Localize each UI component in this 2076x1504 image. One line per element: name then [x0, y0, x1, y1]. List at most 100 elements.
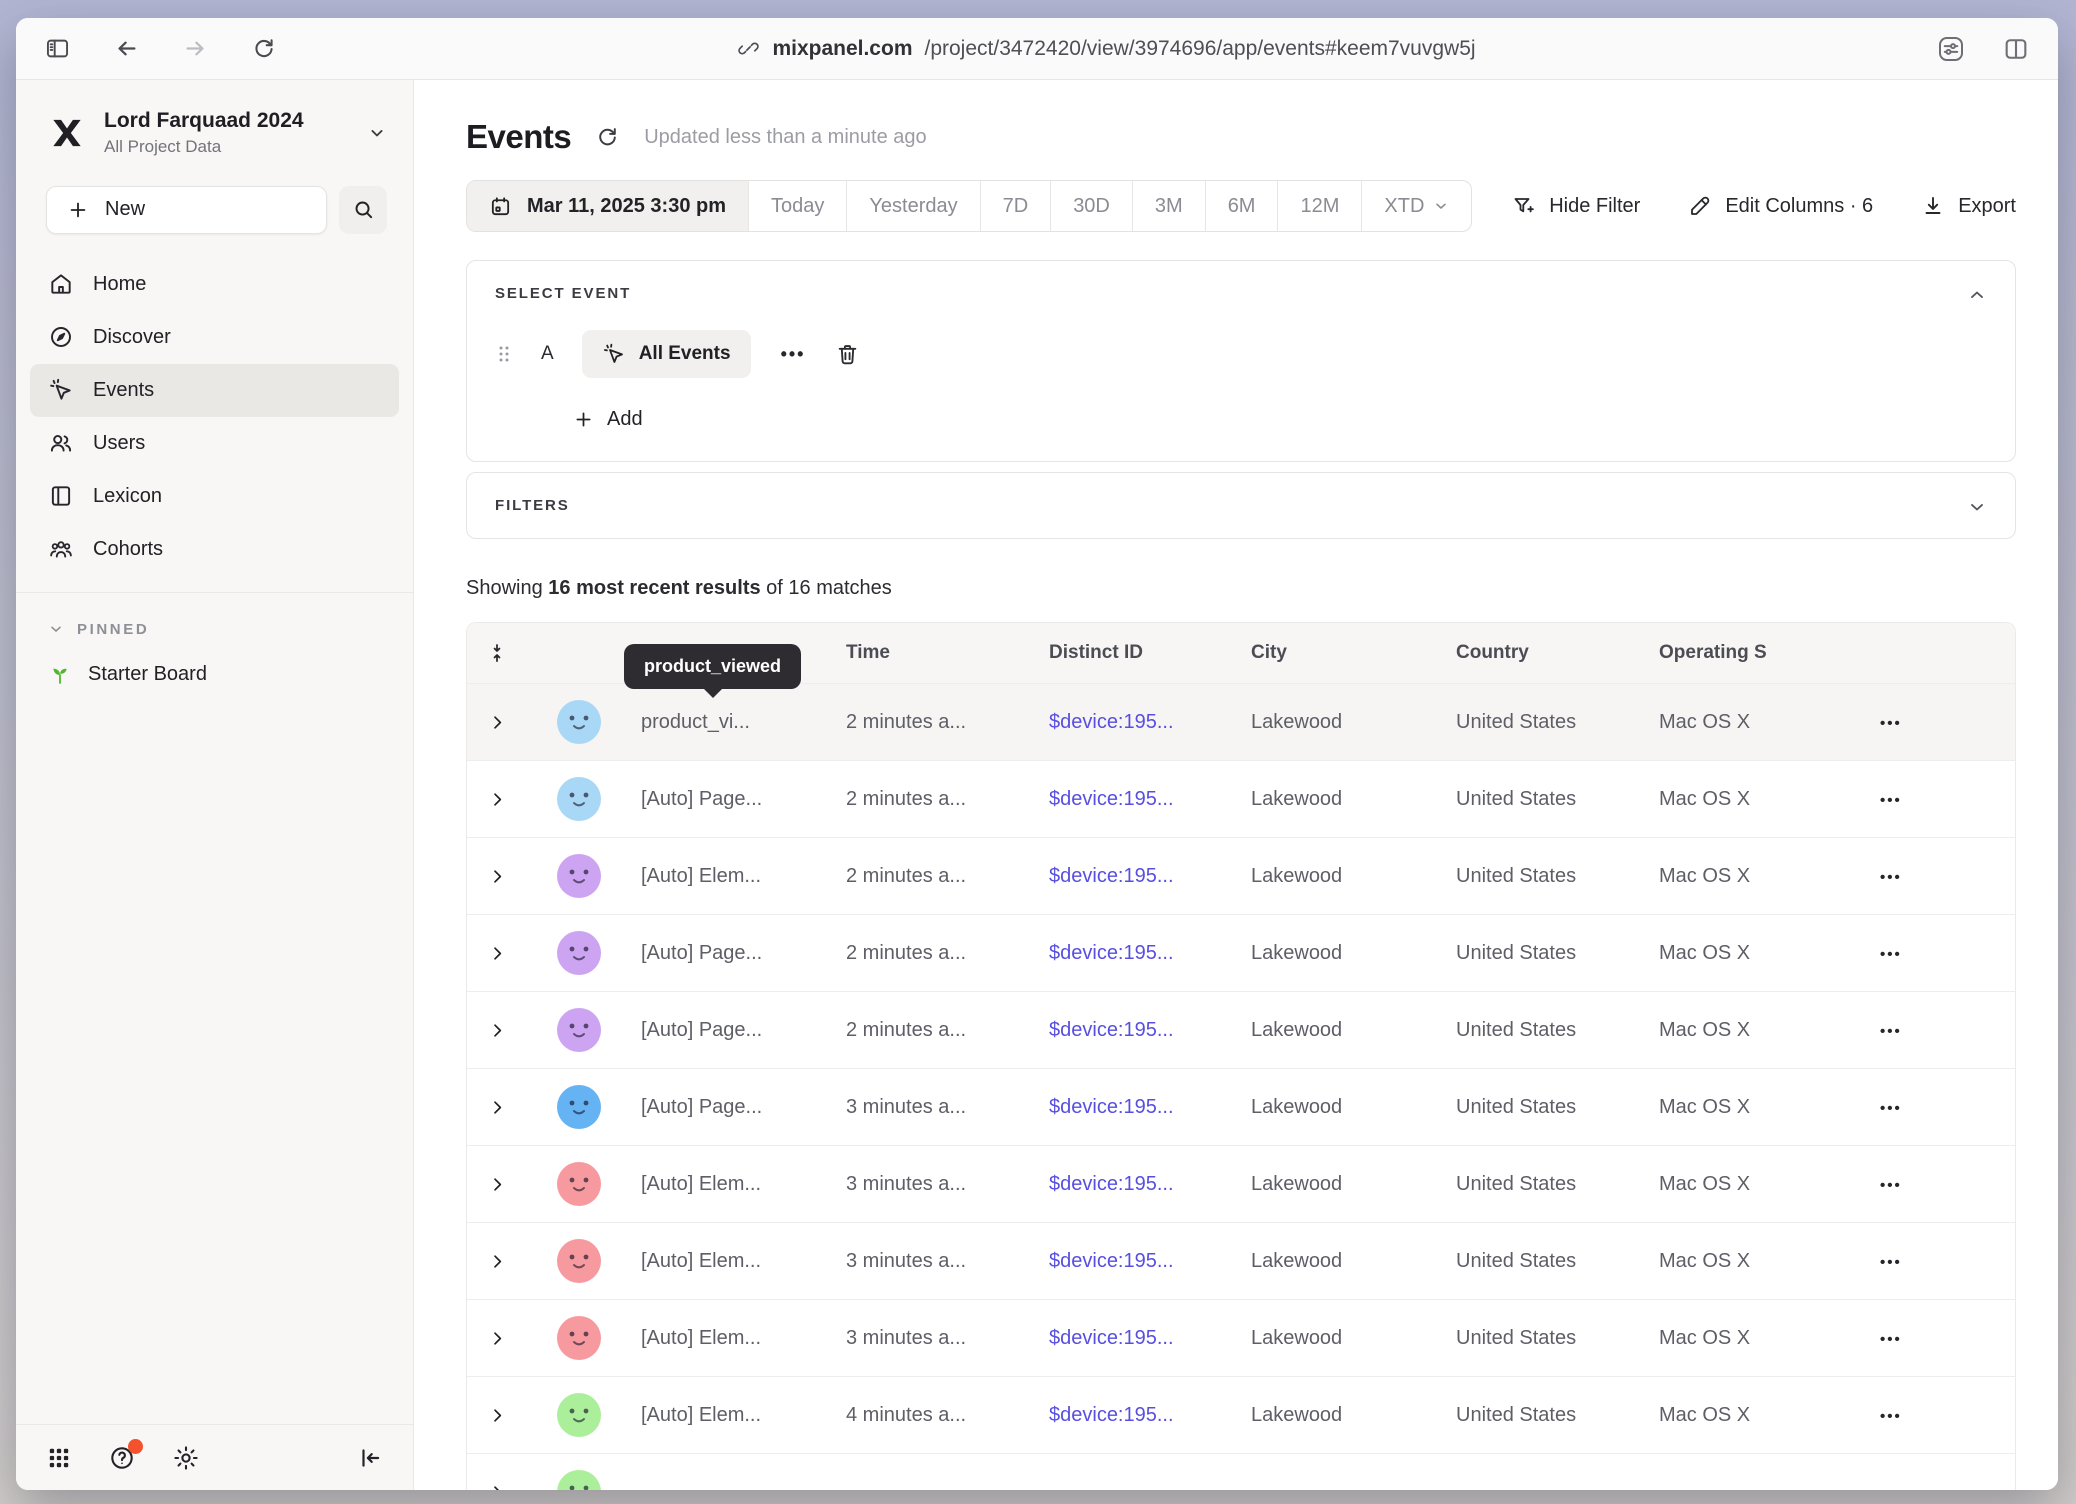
row-expand-chevron-icon[interactable]	[467, 791, 537, 808]
table-row[interactable]: [Auto] Page... 2 minutes a... $device:19…	[467, 914, 2015, 991]
table-row[interactable]: [Auto] Page... 3 minutes a... $device:19…	[467, 1068, 2015, 1145]
apps-grid-icon[interactable]	[46, 1445, 72, 1471]
refresh-icon[interactable]	[595, 125, 620, 150]
split-view-icon[interactable]	[2002, 35, 2030, 63]
row-expand-chevron-icon[interactable]	[467, 1253, 537, 1270]
row-expand-chevron-icon[interactable]	[467, 945, 537, 962]
sidebar-item-starter-board[interactable]: Starter Board	[16, 650, 413, 700]
distinct-id-link[interactable]: $device:195...	[1049, 1096, 1251, 1119]
table-row[interactable]: [Auto] Page... 2 minutes a... $device:19…	[467, 760, 2015, 837]
column-header-country[interactable]: Country	[1456, 642, 1659, 664]
address-bar[interactable]: mixpanel.com/project/3472420/view/397469…	[277, 37, 1936, 61]
row-more-button[interactable]: •••	[1880, 1023, 1902, 1040]
row-more-button[interactable]: •••	[1880, 946, 1902, 963]
date-picker[interactable]: Mar 11, 2025 3:30 pm	[467, 181, 748, 231]
distinct-id-link[interactable]: $device:195...	[1049, 942, 1251, 965]
sidebar-item-cohorts[interactable]: Cohorts	[30, 523, 399, 576]
table-row[interactable]: product_vi... 2 minutes a... $device:195…	[467, 683, 2015, 760]
row-expand-chevron-icon[interactable]	[467, 1176, 537, 1193]
range-6m[interactable]: 6M	[1205, 181, 1278, 231]
range-yesterday[interactable]: Yesterday	[846, 181, 979, 231]
sidebar-item-lexicon[interactable]: Lexicon	[30, 470, 399, 523]
distinct-id-link[interactable]: $device:195...	[1049, 788, 1251, 811]
distinct-id-link[interactable]: $device:195...	[1049, 711, 1251, 734]
table-row[interactable]: [Auto] Elem... 4 minutes a... $device:19…	[467, 1376, 2015, 1453]
row-more-button[interactable]: •••	[1880, 792, 1902, 809]
distinct-id-link[interactable]: $device:195...	[1049, 865, 1251, 888]
row-expand-chevron-icon[interactable]	[467, 714, 537, 731]
reload-icon[interactable]	[251, 36, 277, 62]
table-row[interactable]: [Auto] Elem... 2 minutes a... $device:19…	[467, 837, 2015, 914]
selected-event-button[interactable]: All Events	[582, 330, 751, 378]
distinct-id-link[interactable]: $device:195...	[1049, 1327, 1251, 1350]
event-avatar	[537, 1085, 641, 1129]
sidebar-item-events[interactable]: Events	[30, 364, 399, 417]
collapse-all-rows-icon[interactable]	[467, 641, 537, 665]
page-settings-icon[interactable]	[1936, 34, 1966, 64]
new-button[interactable]: New	[46, 186, 327, 234]
event-cursor-icon	[602, 342, 626, 366]
download-icon	[1921, 194, 1945, 218]
distinct-id-link[interactable]: $device:195...	[1049, 1019, 1251, 1042]
time-cell: 3 minutes a...	[846, 1250, 1049, 1273]
hide-filter-button[interactable]: Hide Filter	[1512, 194, 1640, 218]
select-event-label: SELECT EVENT	[495, 285, 1987, 302]
sidebar-item-users[interactable]: Users	[30, 417, 399, 470]
row-expand-chevron-icon[interactable]	[467, 1099, 537, 1116]
edit-columns-button[interactable]: Edit Columns · 6	[1688, 194, 1873, 218]
chevron-up-icon[interactable]	[1967, 285, 1987, 305]
pinned-section-header[interactable]: PINNED	[16, 593, 413, 650]
row-expand-chevron-icon[interactable]	[467, 1407, 537, 1424]
table-row[interactable]: [Auto] Elem... 3 minutes a... $device:19…	[467, 1299, 2015, 1376]
row-expand-chevron-icon[interactable]	[467, 1022, 537, 1039]
distinct-id-link[interactable]: $device:195...	[1049, 1404, 1251, 1427]
export-button[interactable]: Export	[1921, 194, 2016, 218]
table-row[interactable]: [Auto] Elem... 3 minutes a... $device:19…	[467, 1222, 2015, 1299]
forward-icon[interactable]	[182, 35, 209, 62]
row-more-button[interactable]: •••	[1880, 1408, 1902, 1425]
range-30d[interactable]: 30D	[1050, 181, 1132, 231]
row-more-button[interactable]: •••	[1880, 869, 1902, 886]
sidebar-toggle-icon[interactable]	[44, 35, 71, 62]
range-7d[interactable]: 7D	[980, 181, 1051, 231]
os-cell: Mac OS X	[1659, 1019, 1874, 1042]
add-event-button[interactable]: Add	[573, 408, 1987, 431]
column-header-os[interactable]: Operating S	[1659, 642, 1874, 664]
column-header-time[interactable]: Time	[846, 642, 1049, 664]
chevron-down-icon[interactable]	[367, 123, 387, 143]
table-row[interactable]: [Auto] Elem... 3 minutes a... $device:19…	[467, 1145, 2015, 1222]
search-button[interactable]	[339, 186, 387, 234]
drag-handle-icon[interactable]	[495, 343, 513, 365]
range-3m[interactable]: 3M	[1132, 181, 1205, 231]
range-xtd[interactable]: XTD	[1361, 181, 1471, 231]
city-cell: Lakewood	[1251, 788, 1456, 811]
range-12m[interactable]: 12M	[1277, 181, 1361, 231]
column-header-city[interactable]: City	[1251, 642, 1456, 664]
home-icon	[48, 271, 74, 297]
range-today[interactable]: Today	[748, 181, 846, 231]
chevron-down-icon[interactable]	[1967, 497, 1987, 517]
event-more-button[interactable]: •••	[781, 344, 806, 365]
gear-icon[interactable]	[172, 1444, 200, 1472]
row-more-button[interactable]: •••	[1880, 1100, 1902, 1117]
row-more-button[interactable]: •••	[1880, 1177, 1902, 1194]
distinct-id-link[interactable]: $device:195...	[1049, 1173, 1251, 1196]
row-more-button[interactable]: •••	[1880, 1254, 1902, 1271]
events-table: Time Distinct ID City Country Operating …	[466, 622, 2016, 1490]
sidebar-item-home[interactable]: Home	[30, 258, 399, 311]
trash-icon[interactable]	[835, 342, 860, 367]
table-row[interactable]: [Auto] Page... 2 minutes a... $device:19…	[467, 991, 2015, 1068]
row-expand-chevron-icon[interactable]	[467, 868, 537, 885]
back-icon[interactable]	[113, 35, 140, 62]
column-header-distinct-id[interactable]: Distinct ID	[1049, 642, 1251, 664]
row-more-button[interactable]: •••	[1880, 715, 1902, 732]
table-row[interactable]	[467, 1453, 2015, 1490]
sidebar-item-discover[interactable]: Discover	[30, 311, 399, 364]
row-more-button[interactable]: •••	[1880, 1331, 1902, 1348]
collapse-sidebar-icon[interactable]	[357, 1445, 383, 1471]
row-expand-chevron-icon[interactable]	[467, 1484, 537, 1491]
row-expand-chevron-icon[interactable]	[467, 1330, 537, 1347]
distinct-id-link[interactable]: $device:195...	[1049, 1250, 1251, 1273]
date-range-control: Mar 11, 2025 3:30 pm Today Yesterday 7D …	[466, 180, 1472, 232]
project-switcher[interactable]: Lord Farquaad 2024 All Project Data	[16, 80, 413, 176]
